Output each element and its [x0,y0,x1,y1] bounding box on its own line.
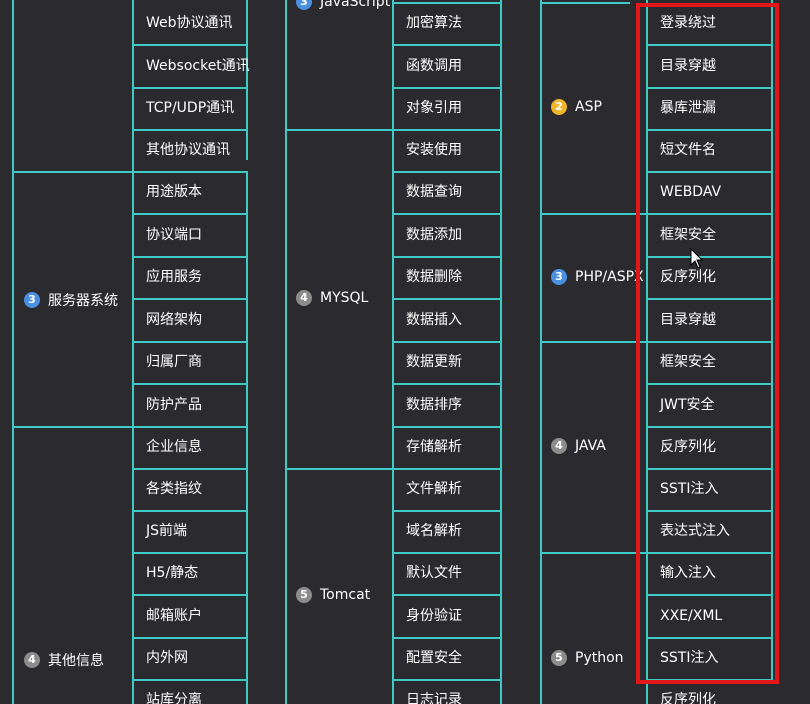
group-label: 服务器系统 [48,293,118,309]
group-node-server-system[interactable]: 3 服务器系统 [24,290,118,310]
group-node-php-aspx[interactable]: 3 PHP/ASPX [551,269,644,285]
group-node-python[interactable]: 5 Python [551,650,624,666]
leaf-node[interactable]: 邮箱账户 [134,596,202,636]
leaf-node[interactable]: 存储解析 [394,427,462,467]
cell-border [246,172,248,704]
leaf-node[interactable]: 加密算法 [394,3,462,43]
leaf-node[interactable]: 其他协议通讯 [134,130,230,170]
group-node-tomcat[interactable]: 5 Tomcat [296,587,370,603]
leaf-node[interactable]: Web协议通讯 [134,3,233,43]
number-badge-icon: 3 [551,269,567,285]
group-divider [540,2,630,4]
group-node-java[interactable]: 4 JAVA [551,438,606,454]
leaf-node[interactable]: TCP/UDP通讯 [134,88,234,128]
leaf-node[interactable]: 内外网 [134,638,188,678]
number-badge-icon: 5 [551,650,567,666]
number-badge-icon: 4 [24,652,40,668]
number-badge-icon: 5 [296,587,312,603]
group-label: 其他信息 [48,653,104,669]
leaf-node[interactable]: 协议端口 [134,215,202,255]
group-divider [12,171,132,173]
leaf-node[interactable]: Websocket通讯 [134,46,250,86]
group-divider [285,129,392,131]
number-badge-icon: 2 [551,99,567,115]
leaf-node[interactable]: 配置安全 [394,638,462,678]
group-label: Tomcat [320,587,371,603]
leaf-node[interactable]: 数据排序 [394,385,462,425]
leaf-node[interactable]: 网络架构 [134,300,202,340]
branch-connector [540,0,542,704]
leaf-node[interactable]: 默认文件 [394,553,462,593]
group-label: MYSQL [320,290,369,306]
leaf-node[interactable]: 数据更新 [394,342,462,382]
leaf-node[interactable]: 函数调用 [394,46,462,86]
cell-border [500,0,502,704]
number-badge-icon: 4 [551,438,567,454]
leaf-node[interactable]: 企业信息 [134,427,202,467]
group-node-mysql[interactable]: 4 MYSQL [296,290,368,306]
leaf-node[interactable]: 数据查询 [394,172,462,212]
branch-connector [285,0,287,704]
group-divider [540,213,646,215]
leaf-node[interactable]: 域名解析 [394,511,462,551]
number-badge-icon: 3 [296,0,312,10]
number-badge-icon: 4 [296,290,312,306]
leaf-node[interactable]: 站库分离 [134,680,202,704]
leaf-node[interactable]: 用途版本 [134,172,202,212]
highlight-box [636,3,779,684]
leaf-node[interactable]: H5/静态 [134,553,198,593]
leaf-node[interactable]: 安装使用 [394,130,462,170]
group-divider [540,552,646,554]
group-node-asp[interactable]: 2 ASP [551,99,602,115]
leaf-node[interactable]: 文件解析 [394,469,462,509]
group-divider [12,426,132,428]
leaf-node[interactable]: 应用服务 [134,257,202,297]
mouse-pointer-icon [690,248,704,269]
group-divider [540,341,646,343]
group-label: PHP/ASPX [575,269,644,285]
leaf-node[interactable]: 归属厂商 [134,342,202,382]
group-node-javascript[interactable]: 3 JavaScript [296,0,390,10]
group-label: Python [575,650,624,666]
leaf-node[interactable]: 数据删除 [394,257,462,297]
group-divider [285,468,392,470]
group-label: JAVA [575,438,606,454]
leaf-node[interactable]: 身份验证 [394,596,462,636]
mind-map-canvas: 3 服务器系统 4 其他信息 3 JavaScript 4 MYSQL 5 To… [0,0,810,704]
number-badge-icon: 3 [24,292,40,308]
branch-connector [12,0,14,704]
leaf-node[interactable]: 对象引用 [394,88,462,128]
leaf-node[interactable]: 数据插入 [394,300,462,340]
leaf-node[interactable]: 防护产品 [134,385,202,425]
group-node-other-info[interactable]: 4 其他信息 [24,650,104,670]
group-label: JavaScript [320,0,391,10]
leaf-node[interactable]: 日志记录 [394,680,462,704]
leaf-node[interactable]: 数据添加 [394,215,462,255]
leaf-node[interactable]: JS前端 [134,511,187,551]
group-label: ASP [575,99,602,115]
leaf-node[interactable]: 各类指纹 [134,469,202,509]
